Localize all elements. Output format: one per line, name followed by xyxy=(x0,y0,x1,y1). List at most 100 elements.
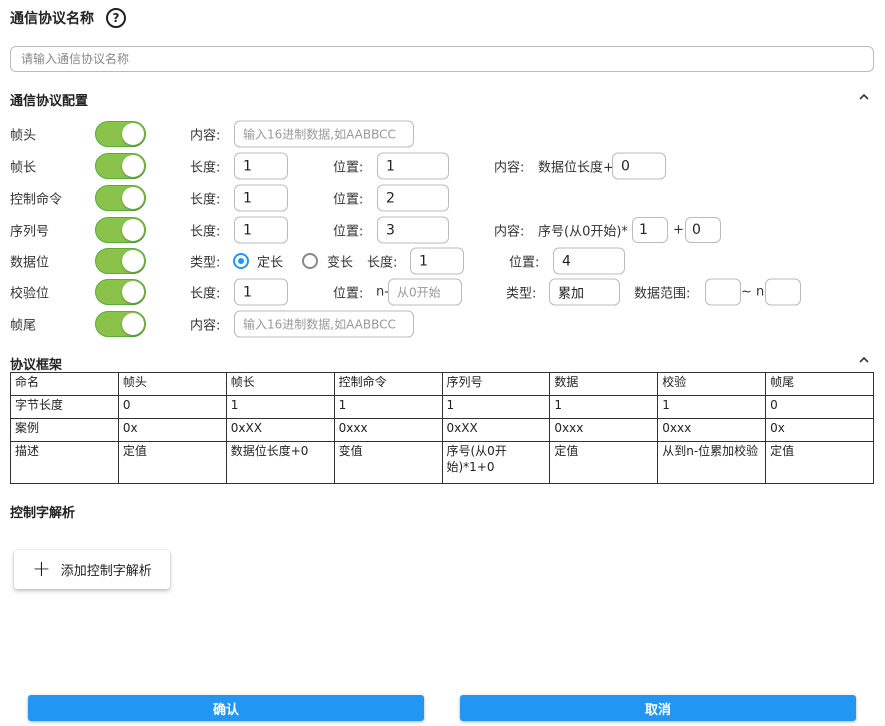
checksum-type-select[interactable]: 累加 xyxy=(549,278,620,306)
sequence-multiplier-input[interactable]: 1 xyxy=(632,217,668,243)
table-cell: 从到n-位累加校验 xyxy=(657,441,767,484)
help-icon[interactable]: ? xyxy=(106,8,126,28)
cancel-button[interactable]: 取消 xyxy=(460,695,856,721)
confirm-button[interactable]: 确认 xyxy=(28,695,424,721)
sequence-offset-input[interactable]: 0 xyxy=(685,217,721,243)
type-label: 类型: xyxy=(190,255,221,271)
table-cell: 0xXX xyxy=(441,418,551,442)
position-label: 位置: xyxy=(333,192,364,208)
table-cell: 0xxx xyxy=(657,418,767,442)
radio-fixed-length[interactable] xyxy=(233,253,249,269)
table-cell: 定值 xyxy=(117,441,227,484)
toggle-knob xyxy=(122,219,144,241)
length-label: 长度: xyxy=(190,224,221,240)
frame-length-content-input[interactable]: 0 xyxy=(612,152,666,180)
table-row-byte-length: 字节长度 0 1 1 1 1 1 0 xyxy=(10,395,874,419)
config-row-frame-head: 帧头 内容: 输入16进制数据,如AABBCC xyxy=(0,120,885,148)
toggle-knob xyxy=(122,281,144,303)
length-label: 长度: xyxy=(190,192,221,208)
content-label: 内容: xyxy=(190,128,221,144)
table-cell: 数据位长度+0 xyxy=(225,441,335,484)
table-cell: 0xxx xyxy=(333,418,443,442)
option-variable-label: 变长 xyxy=(327,255,354,271)
config-row-sequence: 序列号 长度: 1 位置: 3 内容: 序号(从0开始)* 1 + 0 xyxy=(0,216,885,244)
table-row-header-cell: 命名 xyxy=(10,372,119,396)
table-cell: 序列号 xyxy=(441,372,551,396)
checksum-toggle[interactable] xyxy=(95,279,146,305)
page-title: 通信协议名称 xyxy=(10,11,94,27)
config-row-checksum: 校验位 长度: 1 位置: n- 从0开始 类型: 累加 数据范围: ~ n- xyxy=(0,278,885,306)
position-label: 位置: xyxy=(509,255,540,271)
frame-tail-toggle[interactable] xyxy=(95,311,146,337)
frame-head-content-input[interactable]: 输入16进制数据,如AABBCC xyxy=(234,120,414,148)
sequence-length-input[interactable]: 1 xyxy=(234,216,288,244)
data-position-input[interactable]: 4 xyxy=(553,247,625,275)
type-label: 类型: xyxy=(506,286,537,302)
table-row-name: 命名 帧头 帧长 控制命令 序列号 数据 校验 帧尾 xyxy=(10,372,874,396)
control-cmd-position-input[interactable]: 2 xyxy=(377,184,449,212)
table-cell: 1 xyxy=(225,395,335,419)
table-cell: 1 xyxy=(549,395,659,419)
data-length-input[interactable]: 1 xyxy=(410,247,464,275)
sequence-position-input[interactable]: 3 xyxy=(377,216,449,244)
content-label: 内容: xyxy=(494,224,525,240)
config-section-title: 通信协议配置 xyxy=(10,94,89,109)
table-cell: 1 xyxy=(441,395,551,419)
toggle-knob xyxy=(122,250,144,272)
checksum-range-end-input[interactable] xyxy=(765,278,801,306)
config-row-frame-tail: 帧尾 内容: 输入16进制数据,如AABBCC xyxy=(0,310,885,338)
table-cell: 0xXX xyxy=(225,418,335,442)
option-fixed-label: 定长 xyxy=(257,255,284,271)
length-label: 长度: xyxy=(190,160,221,176)
protocol-frame-table: 命名 帧头 帧长 控制命令 序列号 数据 校验 帧尾 字节长度 0 1 1 1 1 1 0 案例 0x 0xXX 0x… xyxy=(10,372,874,484)
frame-length-length-input[interactable]: 1 xyxy=(234,152,288,180)
plus-icon: + xyxy=(32,556,51,582)
frame-tail-content-input[interactable]: 输入16进制数据,如AABBCC xyxy=(234,310,414,338)
row-label: 序列号 xyxy=(10,224,50,240)
frame-length-toggle[interactable] xyxy=(95,153,146,179)
content-prefix: 数据位长度+ xyxy=(538,160,614,176)
collapse-config-chevron-up-icon[interactable] xyxy=(859,93,869,103)
row-label: 帧头 xyxy=(10,128,37,144)
table-row-description: 描述 定值 数据位长度+0 变值 序号(从0开始)*1+0 定值 从到n-位累加校验 定值 xyxy=(10,441,874,484)
table-cell: 数据 xyxy=(549,372,659,396)
position-prefix: n- xyxy=(376,284,389,300)
checksum-length-input[interactable]: 1 xyxy=(234,278,288,306)
control-parse-title: 控制字解析 xyxy=(10,506,76,521)
data-toggle[interactable] xyxy=(95,248,146,274)
content-label: 内容: xyxy=(190,318,221,334)
add-button-label: 添加控制字解析 xyxy=(60,564,152,579)
toggle-knob xyxy=(122,313,144,335)
control-cmd-toggle[interactable] xyxy=(95,185,146,211)
table-cell: 0x xyxy=(117,418,227,442)
table-cell: 0 xyxy=(117,395,227,419)
checksum-range-start-input[interactable] xyxy=(705,278,741,306)
sequence-toggle[interactable] xyxy=(95,217,146,243)
row-label: 帧尾 xyxy=(10,318,37,334)
radio-variable-length[interactable] xyxy=(302,253,318,269)
position-label: 位置: xyxy=(333,224,364,240)
checksum-position-input[interactable]: 从0开始 xyxy=(388,278,462,306)
table-cell: 帧头 xyxy=(117,372,227,396)
frame-section-title: 协议框架 xyxy=(10,358,63,373)
table-cell: 控制命令 xyxy=(333,372,443,396)
table-row-header-cell: 案例 xyxy=(10,418,119,442)
collapse-frame-chevron-up-icon[interactable] xyxy=(859,356,869,366)
add-control-parse-button[interactable]: + 添加控制字解析 xyxy=(14,550,170,589)
frame-head-toggle[interactable] xyxy=(95,121,146,147)
frame-length-position-input[interactable]: 1 xyxy=(377,152,449,180)
row-label: 帧长 xyxy=(10,160,37,176)
control-cmd-length-input[interactable]: 1 xyxy=(234,184,288,212)
config-row-data: 数据位 类型: 定长 变长 长度: 1 位置: 4 xyxy=(0,247,885,275)
content-label: 内容: xyxy=(494,160,525,176)
table-cell: 校验 xyxy=(657,372,767,396)
table-row-header-cell: 描述 xyxy=(10,441,119,484)
config-row-frame-length: 帧长 长度: 1 位置: 1 内容: 数据位长度+ 0 xyxy=(0,152,885,180)
plus-sign: + xyxy=(673,222,684,238)
table-cell: 帧尾 xyxy=(765,372,874,396)
table-cell: 1 xyxy=(333,395,443,419)
protocol-name-input[interactable] xyxy=(10,46,874,72)
length-label: 长度: xyxy=(367,255,398,271)
table-cell: 定值 xyxy=(765,441,874,484)
config-row-control-cmd: 控制命令 长度: 1 位置: 2 xyxy=(0,184,885,212)
